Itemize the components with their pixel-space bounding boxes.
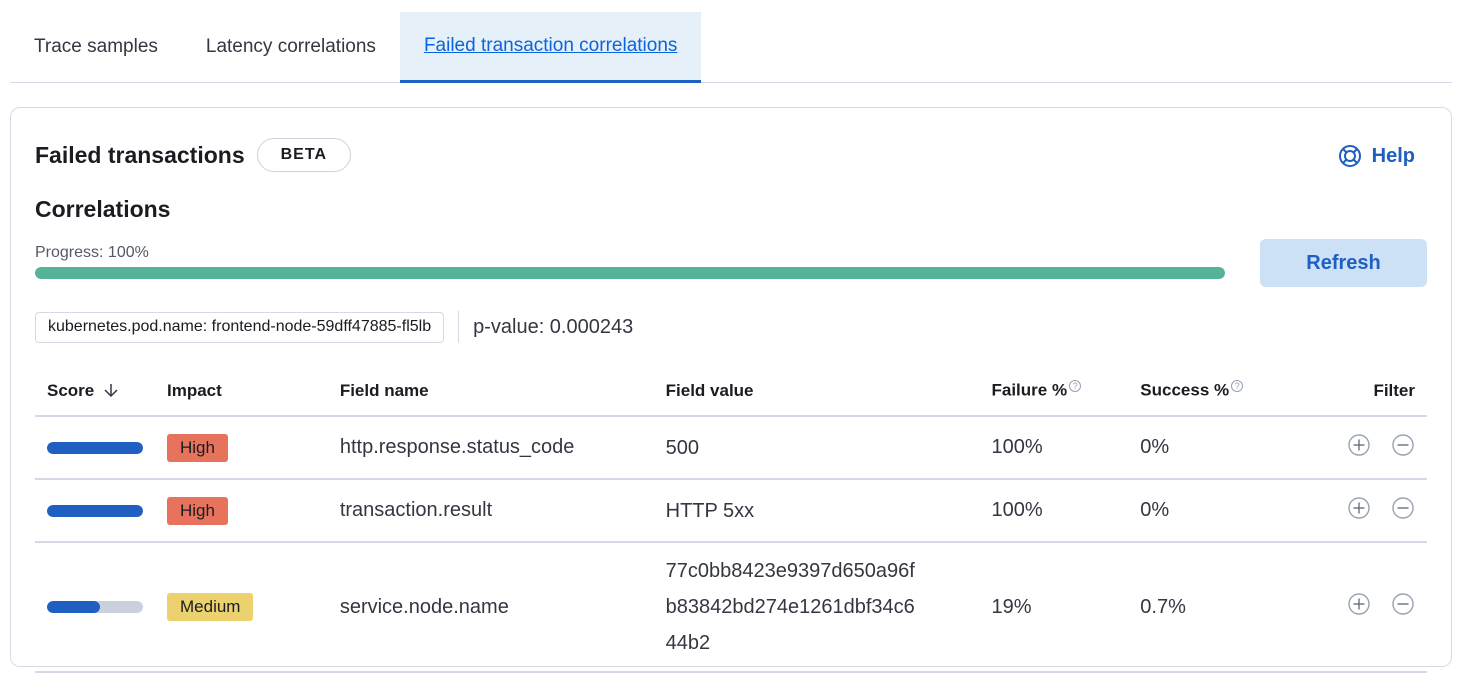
- column-header-field-value[interactable]: Field value: [653, 366, 980, 417]
- filter-cell: [1288, 479, 1427, 543]
- correlations-table: Score Impact Field name Field value Fail…: [35, 366, 1427, 673]
- failed-transactions-panel: Failed transactions BETA Help Correlatio…: [10, 107, 1452, 673]
- score-cell: [35, 542, 155, 673]
- field-name-cell: service.node.name: [327, 542, 654, 673]
- column-header-filter: Filter: [1288, 366, 1427, 417]
- failure-cell: 19%: [979, 542, 1129, 673]
- help-button[interactable]: Help: [1338, 144, 1415, 168]
- field-value-line: 77c0bb8423e9397d650a96f: [665, 560, 915, 582]
- field-value-cell: 500: [653, 416, 980, 480]
- beta-badge: BETA: [256, 138, 351, 172]
- score-cell: [35, 479, 155, 543]
- score-bar: [47, 601, 143, 613]
- score-bar-fill: [47, 601, 100, 613]
- progress-bar-fill: [35, 267, 1225, 279]
- minus-circle-icon[interactable]: [1391, 592, 1415, 616]
- table-row: Medium service.node.name 77c0bb8423e9397…: [35, 542, 1427, 673]
- column-header-field-name[interactable]: Field name: [327, 366, 654, 417]
- refresh-button[interactable]: Refresh: [1260, 239, 1427, 287]
- impact-cell: High: [155, 479, 328, 543]
- panel-header: Failed transactions BETA: [35, 138, 351, 172]
- question-circle-icon[interactable]: ?: [1069, 380, 1082, 393]
- field-value: 500: [666, 430, 968, 466]
- success-cell: 0%: [1128, 479, 1289, 543]
- minus-circle-icon[interactable]: [1391, 433, 1415, 457]
- impact-badge: High: [167, 433, 228, 462]
- progress-label: Progress: 100%: [35, 244, 149, 261]
- table-header-row: Score Impact Field name Field value Fail…: [35, 366, 1427, 417]
- filter-cell: [1288, 416, 1427, 480]
- field-value-line: 500: [665, 436, 700, 459]
- plus-circle-icon[interactable]: [1347, 496, 1371, 520]
- plus-circle-icon[interactable]: [1347, 592, 1371, 616]
- progress-bar: [35, 267, 1225, 279]
- failure-header-label: Failure %: [991, 380, 1068, 400]
- field-value-line: b83842bd274e1261dbf34c6: [665, 596, 915, 618]
- impact-cell: High: [155, 416, 328, 480]
- panel-title: Failed transactions: [35, 141, 245, 168]
- field-name-cell: http.response.status_code: [327, 416, 654, 480]
- score-header-label: Score: [47, 380, 95, 400]
- minus-circle-icon[interactable]: [1391, 496, 1415, 520]
- active-filter-row: kubernetes.pod.name: frontend-node-59dff…: [35, 311, 633, 343]
- correlations-heading: Correlations: [35, 196, 171, 222]
- score-bar: [47, 441, 143, 454]
- column-header-failure[interactable]: Failure %?: [979, 366, 1129, 417]
- tab-latency-correlations[interactable]: Latency correlations: [182, 12, 400, 82]
- help-label: Help: [1371, 144, 1415, 167]
- field-value: HTTP 5xx: [666, 493, 968, 529]
- success-cell: 0%: [1128, 416, 1289, 480]
- impact-badge: Medium: [167, 593, 254, 621]
- lifebuoy-icon: [1338, 145, 1361, 167]
- score-cell: [35, 416, 155, 480]
- filter-cell: [1288, 542, 1427, 673]
- table-row: High transaction.result HTTP 5xx 100% 0%: [35, 479, 1427, 543]
- tab-bar: Trace samples Latency correlations Faile…: [10, 12, 1452, 83]
- column-header-success[interactable]: Success %?: [1128, 366, 1289, 417]
- divider: [458, 311, 460, 343]
- plus-circle-icon[interactable]: [1347, 433, 1371, 457]
- impact-badge: High: [167, 496, 228, 525]
- arrow-down-icon: [104, 383, 118, 397]
- success-cell: 0.7%: [1128, 542, 1289, 673]
- column-header-score[interactable]: Score: [35, 366, 155, 417]
- failure-cell: 100%: [979, 416, 1129, 480]
- field-value: 77c0bb8423e9397d650a96f b83842bd274e1261d…: [666, 553, 968, 661]
- question-circle-icon[interactable]: ?: [1231, 380, 1244, 393]
- field-value-line: 44b2: [665, 632, 711, 654]
- success-header-label: Success %: [1140, 380, 1230, 400]
- failure-cell: 100%: [979, 479, 1129, 543]
- tab-trace-samples[interactable]: Trace samples: [10, 12, 182, 82]
- column-header-impact[interactable]: Impact: [155, 366, 328, 417]
- table-row: High http.response.status_code 500 100% …: [35, 416, 1427, 480]
- tab-failed-transaction-correlations[interactable]: Failed transaction correlations: [399, 12, 702, 83]
- field-name-cell: transaction.result: [327, 479, 654, 543]
- p-value: p-value: 0.000243: [473, 315, 634, 338]
- impact-cell: Medium: [155, 542, 328, 673]
- score-bar-fill: [47, 441, 143, 454]
- filter-chip[interactable]: kubernetes.pod.name: frontend-node-59dff…: [35, 311, 445, 343]
- score-bar: [47, 504, 143, 517]
- score-bar-fill: [47, 504, 143, 517]
- field-value-line: HTTP 5xx: [665, 499, 755, 522]
- field-value-cell: 77c0bb8423e9397d650a96f b83842bd274e1261d…: [653, 542, 980, 673]
- field-value-cell: HTTP 5xx: [653, 479, 980, 543]
